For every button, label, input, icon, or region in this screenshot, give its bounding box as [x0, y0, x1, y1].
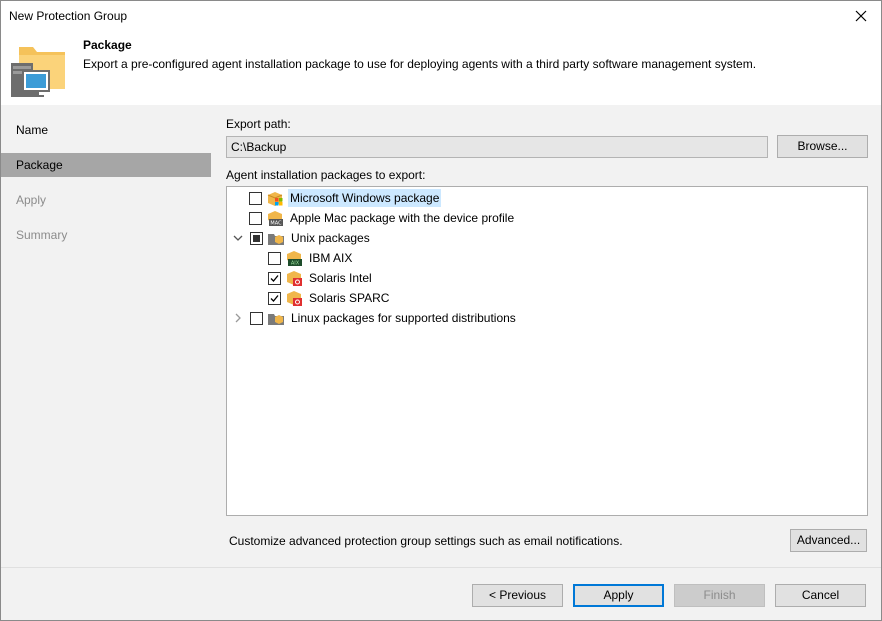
tree-item-solaris-sparc[interactable]: Solaris SPARC: [268, 288, 391, 308]
unix-folder-icon: [268, 234, 284, 245]
export-path-field[interactable]: C:\Backup: [226, 136, 768, 158]
tree-item-solaris-intel[interactable]: Solaris Intel: [268, 268, 374, 288]
close-icon: [855, 10, 867, 22]
close-button[interactable]: [847, 4, 875, 28]
protection-group-icon: [11, 47, 65, 97]
sidebar-item-name[interactable]: Name: [1, 118, 211, 142]
svg-text:MAC: MAC: [270, 221, 282, 227]
windows-package-icon: [267, 192, 283, 206]
mac-checkbox[interactable]: [249, 211, 262, 225]
tree-item-unix[interactable]: Unix packages: [232, 228, 372, 248]
chevron-down-icon[interactable]: [232, 232, 244, 244]
solaris-sparc-checkbox[interactable]: [268, 291, 281, 305]
tree-item-label: Unix packages: [291, 231, 370, 245]
packages-tree[interactable]: Microsoft Windows package MAC Apple Mac …: [226, 186, 868, 516]
wizard-steps-sidebar: Name Package Apply Summary: [1, 105, 212, 567]
finish-button: Finish: [674, 584, 765, 607]
sidebar-item-package[interactable]: Package: [1, 153, 211, 177]
tree-item-aix[interactable]: AIX IBM AIX: [268, 248, 354, 268]
tree-item-mac[interactable]: MAC Apple Mac package with the device pr…: [249, 208, 516, 228]
wizard-footer: < Previous Apply Finish Cancel: [1, 567, 881, 620]
page-description: Export a pre-configured agent installati…: [83, 57, 757, 71]
page-title: Package: [83, 38, 132, 52]
window-title: New Protection Group: [9, 9, 128, 23]
package-step-content: Export path: C:\Backup Browse... Agent i…: [212, 105, 881, 567]
tree-item-label: IBM AIX: [309, 251, 353, 265]
aix-checkbox[interactable]: [268, 251, 281, 265]
apply-button[interactable]: Apply: [573, 584, 664, 607]
previous-button[interactable]: < Previous: [472, 584, 563, 607]
svg-text:AIX: AIX: [291, 261, 300, 267]
solaris-package-icon: [287, 291, 302, 306]
linux-folder-icon: [268, 314, 284, 325]
solaris-package-icon: [287, 271, 302, 286]
tree-item-label: Microsoft Windows package: [288, 189, 442, 207]
windows-checkbox[interactable]: [249, 191, 262, 205]
tree-item-linux[interactable]: Linux packages for supported distributio…: [232, 308, 518, 328]
tree-item-label: Apple Mac package with the device profil…: [290, 211, 515, 225]
wizard-window: New Protection Group Package Export a pr…: [0, 0, 882, 621]
sidebar-item-summary: Summary: [16, 228, 68, 242]
advanced-button[interactable]: Advanced...: [790, 529, 867, 552]
title-bar: New Protection Group: [1, 1, 881, 31]
browse-button[interactable]: Browse...: [777, 135, 868, 158]
solaris-intel-checkbox[interactable]: [268, 271, 281, 285]
linux-checkbox[interactable]: [250, 311, 263, 325]
wizard-header: Package Export a pre-configured agent in…: [1, 31, 881, 105]
export-path-label: Export path:: [226, 117, 291, 131]
mac-package-icon: MAC: [268, 211, 283, 227]
tree-item-windows[interactable]: Microsoft Windows package: [249, 188, 442, 208]
tree-item-label: Solaris Intel: [309, 271, 372, 285]
aix-package-icon: AIX: [287, 251, 302, 267]
packages-label: Agent installation packages to export:: [226, 168, 426, 182]
sidebar-item-apply: Apply: [16, 193, 47, 207]
unix-checkbox[interactable]: [250, 231, 263, 245]
tree-item-label: Linux packages for supported distributio…: [291, 311, 516, 325]
chevron-right-icon[interactable]: [232, 312, 244, 324]
tree-item-label: Solaris SPARC: [309, 291, 390, 305]
advanced-description: Customize advanced protection group sett…: [229, 534, 623, 548]
cancel-button[interactable]: Cancel: [775, 584, 866, 607]
